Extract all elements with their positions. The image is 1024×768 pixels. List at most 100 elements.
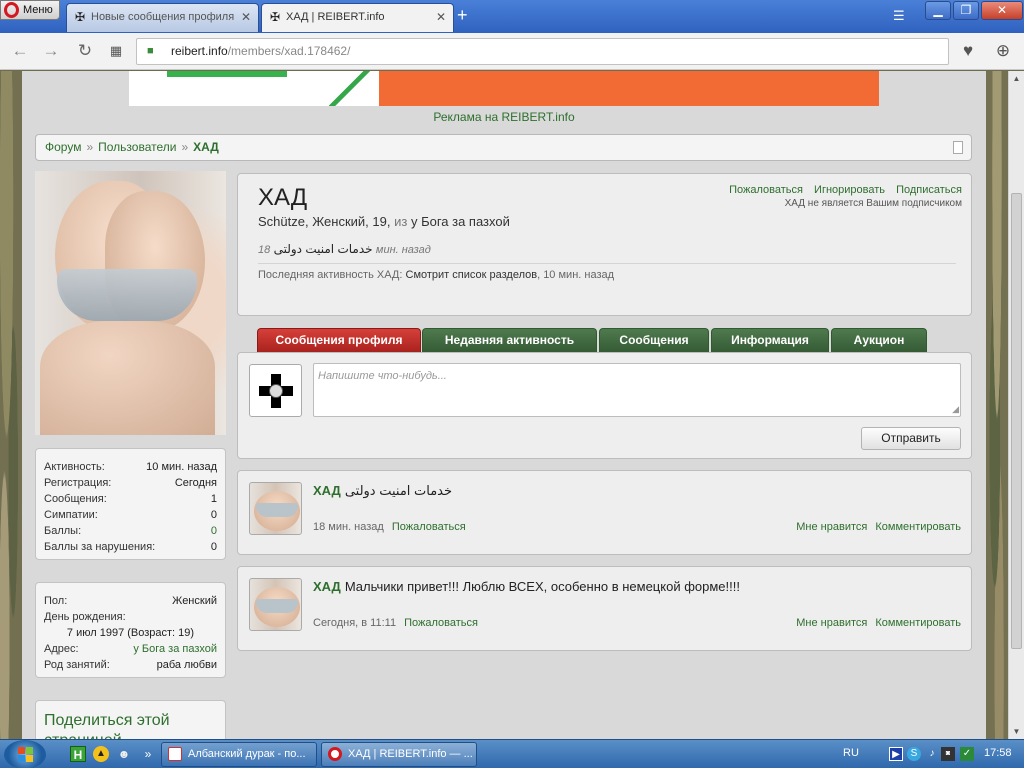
like-link[interactable]: Мне нравится [796, 617, 867, 629]
info-row: День рождения: [44, 609, 217, 625]
tab-menu-icon[interactable]: ☰ [893, 8, 905, 24]
opera-logo-icon [4, 2, 19, 18]
close-tab-icon[interactable]: ✕ [241, 4, 251, 30]
comment-link[interactable]: Комментировать [875, 617, 961, 629]
like-link[interactable]: Мне нравится [796, 521, 867, 533]
address-bar[interactable]: ■ reibert.info/members/xad.178462/ [136, 38, 949, 65]
quicklaunch-people-icon[interactable]: ☻ [116, 746, 132, 762]
scroll-down-arrow-icon[interactable]: ▼ [1009, 724, 1024, 739]
heart-bookmark-icon[interactable]: ♥ [957, 40, 979, 62]
document-icon [168, 747, 182, 761]
report-link[interactable]: Пожаловаться [392, 521, 466, 533]
reload-icon[interactable]: ↻ [74, 40, 96, 62]
menu-label: Меню [23, 4, 53, 16]
message-author[interactable]: ХАД [313, 579, 341, 594]
breadcrumb-current[interactable]: ХАД [193, 140, 219, 154]
ad-banner[interactable] [129, 71, 879, 106]
page-content: Реклама на REIBERT.info Форум » Пользовате… [22, 71, 986, 739]
breadcrumb-users[interactable]: Пользователи [98, 140, 176, 154]
document-icon[interactable] [953, 141, 963, 154]
quicklaunch-warning-icon[interactable]: ▲ [93, 746, 109, 762]
last-activity: Последняя активность ХАД: Смотрит список… [258, 269, 614, 281]
follow-link[interactable]: Подписаться [896, 184, 962, 196]
start-button[interactable] [4, 740, 46, 768]
address-link[interactable]: у Бога за пазхой [133, 641, 217, 657]
download-icon[interactable]: ⊕ [992, 40, 1014, 62]
minimize-button[interactable]: ▁ [925, 1, 951, 20]
message-avatar[interactable] [249, 578, 302, 631]
banner-orange [379, 71, 879, 106]
ignore-link[interactable]: Игнорировать [814, 184, 885, 196]
close-window-button[interactable]: ✕ [981, 1, 1023, 20]
resize-handle-icon[interactable]: ◢ [952, 404, 959, 415]
iron-cross-icon: ✠ [75, 10, 86, 24]
page-scrollbar[interactable]: ▲ ▼ [1008, 71, 1024, 739]
info-box: Пол: Женский День рождения: 7 июл 1997 (В… [35, 582, 226, 678]
opera-menu-button[interactable]: Меню [0, 0, 60, 20]
tab-auction[interactable]: Аукцион [831, 328, 927, 352]
quicklaunch-h-icon[interactable]: H [70, 746, 86, 762]
profile-location[interactable]: у Бога за пазхой [411, 214, 510, 229]
share-box: Поделиться этой страницей [35, 700, 226, 739]
send-button[interactable]: Отправить [861, 427, 961, 450]
birthday-value: 7 июл 1997 (Возраст: 19) [66, 627, 195, 639]
new-tab-button[interactable]: + [457, 6, 468, 24]
banner-green-bar [167, 71, 287, 77]
tab-messages[interactable]: Сообщения [599, 328, 709, 352]
message-avatar[interactable] [249, 482, 302, 535]
camo-background-right [986, 71, 1008, 739]
ad-link[interactable]: Реклама на REIBERT.info [22, 110, 986, 124]
volume-icon[interactable]: ♪ [925, 747, 939, 761]
breadcrumb-forum[interactable]: Форум [45, 140, 81, 154]
comment-link[interactable]: Комментировать [875, 521, 961, 533]
report-link[interactable]: Пожаловаться [404, 617, 478, 629]
tab-profile-posts[interactable]: Сообщения профиля [257, 328, 421, 352]
banner-stripe [329, 71, 379, 106]
browser-tab-inactive[interactable]: ✠ Новые сообщения профиля ✕ [66, 3, 259, 32]
quicklaunch-more-icon[interactable]: » [140, 746, 156, 762]
message-time[interactable]: 18 мин. назад [313, 521, 384, 533]
avatar-shape [256, 503, 298, 517]
security-icon[interactable]: ✓ [960, 747, 974, 761]
taskbar-window-active[interactable]: ХАД | REIBERT.info — ... [321, 742, 477, 767]
stat-value-link[interactable]: 0 [211, 523, 217, 539]
browser-tab-active[interactable]: ✠ ХАД | REIBERT.info ✕ [261, 3, 454, 32]
message-author[interactable]: ХАД [313, 483, 341, 498]
tab-title: Новые сообщения профиля [91, 11, 235, 23]
profile-avatar[interactable] [35, 171, 226, 435]
forward-icon[interactable]: → [40, 40, 62, 62]
maximize-button[interactable]: ❐ [953, 1, 979, 20]
windows-taskbar: H ▲ ☻ » Албанский дурак - по... ХАД | RE… [0, 739, 1024, 768]
tab-recent-activity[interactable]: Недавняя активность [422, 328, 597, 352]
message-time[interactable]: Сегодня, в 11:11 [313, 617, 396, 629]
profile-header: ХАД Schütze, Женский, 19, из у Бога за п… [237, 173, 972, 316]
speed-dial-icon[interactable]: ▦ [105, 40, 127, 62]
post-textarea[interactable]: Напишите что-нибудь... ◢ [313, 363, 961, 417]
stat-label: Регистрация: [44, 477, 112, 489]
breadcrumb-separator: » [86, 140, 94, 154]
camo-background-left [0, 71, 22, 739]
network-icon[interactable]: ◙ [941, 747, 955, 761]
taskbar-window[interactable]: Албанский дурак - по... [161, 742, 317, 767]
message-actions: Мне нравится Комментировать [788, 617, 961, 629]
language-indicator[interactable]: RU [843, 747, 859, 759]
close-tab-icon[interactable]: ✕ [436, 4, 446, 30]
message-body: ХАД Мальчики привет!!! Люблю ВСЕХ, особен… [313, 579, 740, 594]
scroll-up-arrow-icon[interactable]: ▲ [1009, 71, 1024, 86]
status-number: 18 [258, 244, 271, 256]
scroll-thumb[interactable] [1011, 193, 1022, 649]
system-clock[interactable]: 17:58 [984, 747, 1012, 759]
skype-icon[interactable]: S [907, 747, 921, 761]
media-player-icon[interactable]: ▶ [889, 747, 903, 761]
stat-label: Баллы: [44, 525, 82, 537]
profile-message: ХАД خدمات امنیت دولتی 18 мин. назад Пожало… [237, 470, 972, 555]
back-icon[interactable]: ← [9, 40, 31, 62]
my-avatar[interactable] [249, 364, 302, 417]
report-link[interactable]: Пожаловаться [729, 184, 803, 196]
profile-name: ХАД [258, 184, 308, 211]
message-meta: 18 мин. назад Пожаловаться [313, 521, 466, 533]
stat-row: Баллы за нарушения: 0 [44, 539, 217, 555]
address-toolbar: ← → ↻ ▦ ■ reibert.info/members/xad.17846… [0, 33, 1024, 70]
last-activity-action[interactable]: Смотрит список разделов [406, 269, 538, 281]
tab-information[interactable]: Информация [711, 328, 829, 352]
